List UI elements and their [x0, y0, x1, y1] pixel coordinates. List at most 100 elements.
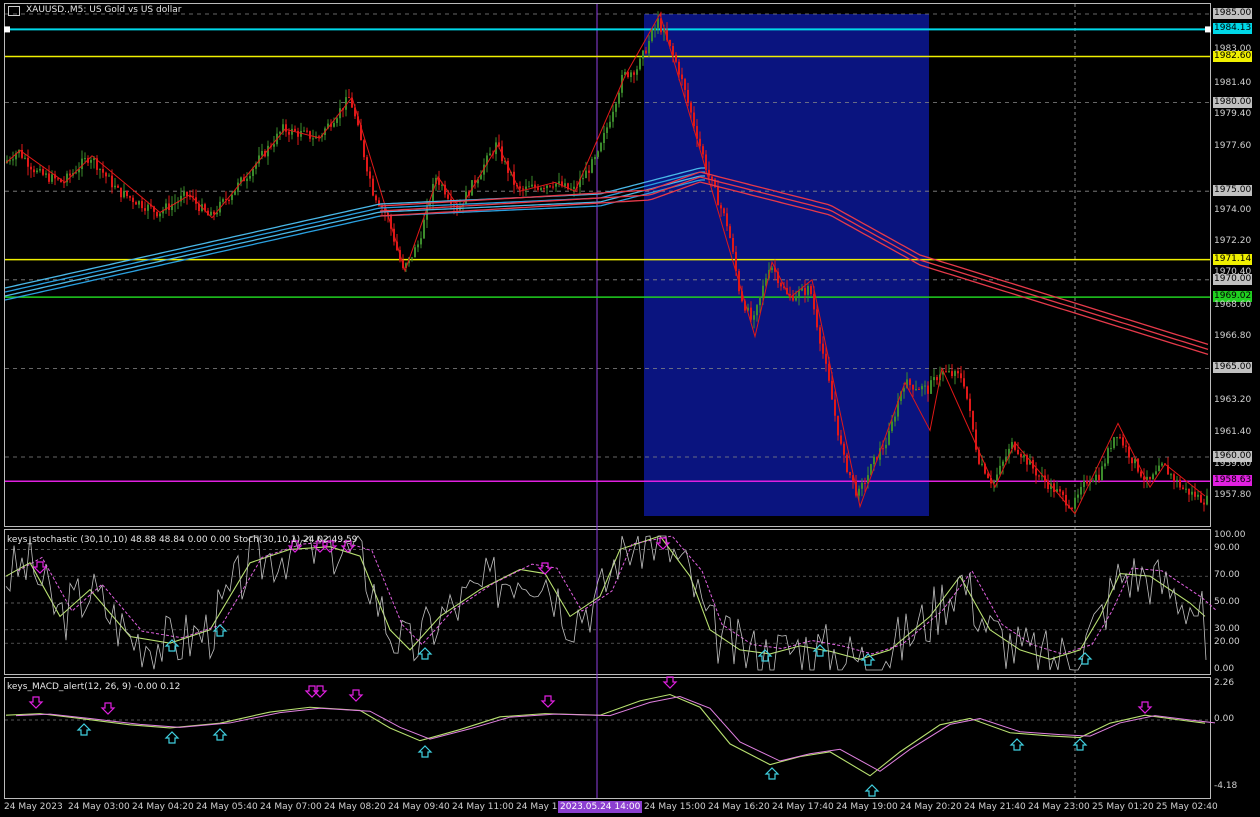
candle-body [336, 118, 338, 123]
candle-body [891, 421, 893, 432]
macd-buy-arrow-icon [864, 784, 880, 797]
cyan-level-handle [1205, 26, 1211, 33]
candle-body [630, 72, 632, 78]
time-tick-label: 24 May 19:00 [836, 802, 898, 812]
candle-body [333, 122, 335, 127]
candle-body [600, 143, 602, 152]
candle-body [1017, 449, 1019, 454]
chart-title: XAUUSD.,M5: US Gold vs US dollar [26, 5, 182, 15]
candle-body [132, 197, 134, 203]
candle-body [1188, 488, 1190, 495]
candle-body [1161, 463, 1163, 466]
candle-body [117, 185, 119, 188]
candle-body [690, 102, 692, 113]
macd-sell-arrow-icon [348, 689, 364, 702]
candle-body [1170, 474, 1172, 476]
candle-body [615, 103, 617, 112]
candle-body [873, 456, 875, 465]
candle-body [546, 185, 548, 189]
candle-body [141, 201, 143, 209]
stoch-tick-label: 0.00 [1214, 664, 1235, 674]
candle-body [687, 89, 689, 103]
candle-body [639, 58, 641, 70]
candle-body [1101, 466, 1103, 481]
candle-body [966, 386, 968, 399]
candle-body [1074, 497, 1076, 509]
candle-body [1002, 461, 1004, 466]
candle-body [810, 286, 812, 295]
candle-body [588, 170, 590, 173]
candle-body [186, 191, 188, 196]
candle-body [1113, 437, 1115, 448]
moving-average-blue [4, 171, 705, 293]
stoch-sell-arrow-icon [32, 561, 48, 574]
candle-body [126, 190, 128, 197]
candle-body [585, 170, 587, 179]
candle-body [129, 196, 131, 198]
candle-body [1176, 479, 1178, 481]
candle-body [837, 415, 839, 436]
price-chart-canvas[interactable] [0, 0, 1260, 817]
candle-body [447, 194, 449, 199]
time-tick-label: 24 May 15:00 [644, 802, 706, 812]
price-tick-label: 1974.00 [1214, 205, 1252, 215]
price-tick-label: 1981.40 [1214, 78, 1252, 88]
candle-body [825, 353, 827, 364]
candle-body [861, 482, 863, 489]
candle-body [1038, 475, 1040, 477]
candle-body [651, 30, 653, 41]
price-tick-label: 1970.40 [1214, 267, 1252, 277]
macd-label: keys_MACD_alert(12, 26, 9) -0.00 0.12 [7, 682, 181, 692]
candle-body [522, 188, 524, 190]
candle-body [39, 169, 41, 171]
candle-body [612, 111, 614, 122]
candle-body [45, 173, 47, 175]
candle-body [858, 488, 860, 496]
candle-body [33, 169, 35, 173]
candle-body [84, 158, 86, 160]
candle-body [750, 307, 752, 320]
candle-body [135, 202, 137, 205]
candle-body [51, 174, 53, 182]
candle-body [525, 186, 527, 190]
price-tick-label: 1957.80 [1214, 490, 1252, 500]
candle-body [489, 153, 491, 156]
candle-body [1179, 479, 1181, 488]
price-level-tag: 1985.00 [1213, 8, 1252, 19]
candle-body [849, 471, 851, 476]
candle-body [303, 130, 305, 132]
macd-sell-arrow-icon [28, 696, 44, 709]
candle-body [882, 448, 884, 450]
macd-buy-arrow-icon [764, 767, 780, 780]
candle-body [720, 205, 722, 209]
candle-body [591, 159, 593, 173]
candle-body [972, 410, 974, 430]
time-tick-label: 24 May 20:20 [900, 802, 962, 812]
chart-menu-icon[interactable] [8, 6, 20, 16]
candle-body [48, 173, 50, 182]
macd-sell-arrow-icon [540, 695, 556, 708]
candle-body [957, 371, 959, 374]
time-tick-label: 24 May 04:20 [132, 802, 194, 812]
candle-body [885, 444, 887, 449]
candle-body [753, 315, 755, 320]
time-tick-label: 24 May 21:40 [964, 802, 1026, 812]
candle-body [726, 213, 728, 227]
candle-body [1095, 474, 1097, 481]
candle-body [888, 431, 890, 445]
candle-body [708, 169, 710, 177]
candle-body [1155, 471, 1157, 475]
candle-body [963, 378, 965, 387]
candle-body [1149, 476, 1151, 480]
candle-body [717, 187, 719, 206]
candle-body [1062, 491, 1064, 495]
candle-body [291, 128, 293, 135]
time-tick-label: 24 May 05:40 [196, 802, 258, 812]
price-tick-label: 1966.80 [1214, 331, 1252, 341]
stoch-buy-arrow-icon [1077, 652, 1093, 665]
candle-body [144, 208, 146, 211]
candle-body [1098, 474, 1100, 481]
price-tick-label: 1961.40 [1214, 427, 1252, 437]
candle-body [843, 443, 845, 455]
price-tick-label: 1972.20 [1214, 236, 1252, 246]
